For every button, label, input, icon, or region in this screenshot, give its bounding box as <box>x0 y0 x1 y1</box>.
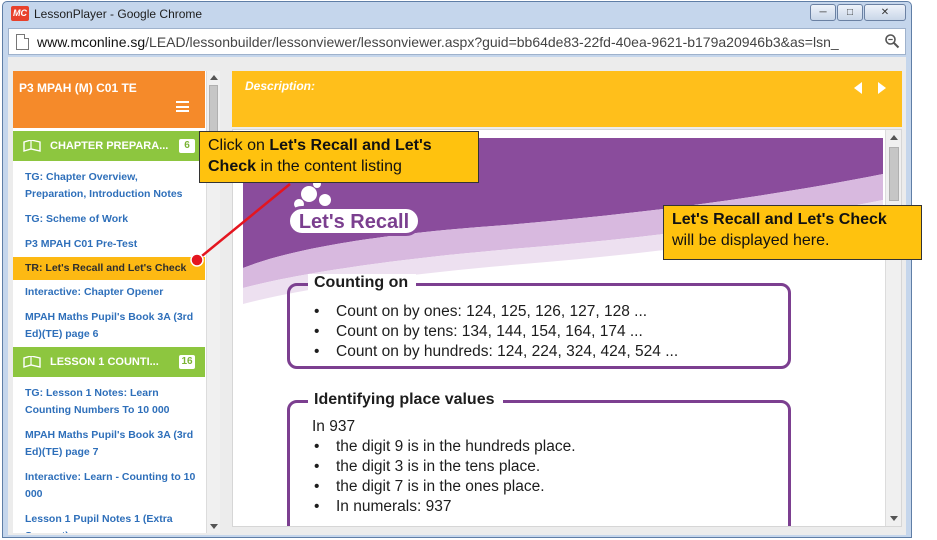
scrollbar-thumb[interactable] <box>889 147 899 201</box>
counting-on-box: Counting on Count on by ones: 124, 125, … <box>287 274 791 369</box>
maximize-button[interactable]: □ <box>837 4 863 21</box>
place-values-intro: In 937 <box>312 418 356 435</box>
place-values-box: Identifying place values In 937 the digi… <box>287 391 791 526</box>
section-header[interactable]: CHAPTER PREPARA... 6 <box>13 131 205 161</box>
section-label: LESSON 1 COUNTI... <box>50 356 159 368</box>
content-item[interactable]: P3 MPAH C01 Pre-Test <box>13 232 205 257</box>
description-label: Description: <box>245 79 316 93</box>
url-path: /LEAD/lessonbuilder/lessonviewer/lessonv… <box>145 34 839 50</box>
close-button[interactable]: ✕ <box>864 4 906 21</box>
bullet-item: Count on by tens: 134, 144, 154, 164, 17… <box>312 322 678 342</box>
previous-arrow-icon[interactable] <box>854 82 862 94</box>
place-values-list: the digit 9 is in the hundreds place.the… <box>312 437 576 517</box>
scroll-down-arrow-icon[interactable] <box>890 516 898 521</box>
content-item[interactable]: MPAH Maths Pupil's Book 3A (3rd Ed)(TE) … <box>13 423 205 465</box>
bullet-item: Count on by ones: 124, 125, 126, 127, 12… <box>312 302 678 322</box>
book-icon <box>23 356 41 368</box>
content-item[interactable]: TG: Scheme of Work <box>13 207 205 232</box>
course-title: P3 MPAH (M) C01 TE <box>19 81 137 95</box>
sidebar-header: P3 MPAH (M) C01 TE <box>13 71 205 128</box>
section-count-badge: 16 <box>179 355 195 369</box>
content-item[interactable]: Lesson 1 Pupil Notes 1 (Extra Support) <box>13 507 205 533</box>
content-item[interactable]: MPAH Maths Pupil's Book 3A (3rd Ed)(TE) … <box>13 305 205 347</box>
window-controls: ─ □ ✕ <box>809 4 906 21</box>
book-icon <box>23 140 41 152</box>
menu-icon[interactable] <box>176 101 189 112</box>
section-header[interactable]: LESSON 1 COUNTI... 16 <box>13 347 205 377</box>
callout-text-bold: Let's Recall and Let's Check <box>672 211 887 228</box>
bullet-item: Count on by hundreds: 124, 224, 324, 424… <box>312 342 678 362</box>
callout-text-pre: Click on <box>208 137 270 154</box>
content-scrollbar[interactable] <box>885 130 901 526</box>
lets-recall-title: Let's Recall <box>298 211 410 233</box>
content-list: CHAPTER PREPARA... 6 TG: Chapter Overview,… <box>13 131 205 533</box>
content-item[interactable]: TG: Chapter Overview, Preparation, Intro… <box>13 165 205 207</box>
display-callout: Let's Recall and Let's Check will be dis… <box>663 205 922 260</box>
callout-text-post: will be displayed here. <box>672 232 830 249</box>
minimize-button[interactable]: ─ <box>810 4 836 21</box>
browser-window: MC LessonPlayer - Google Chrome ─ □ ✕ ww… <box>2 1 912 538</box>
bullet-item: In numerals: 937 <box>312 497 576 517</box>
lets-recall-badge: Let's Recall <box>287 206 421 236</box>
content-item-active[interactable]: TR: Let's Recall and Let's Check <box>13 257 205 280</box>
content-item[interactable]: Interactive: Learn - Counting to 10 000 <box>13 465 205 507</box>
content-viewer: Let's Recall Counting on Count on by one… <box>232 129 902 527</box>
scrollbar-thumb[interactable] <box>209 85 218 133</box>
scroll-up-arrow-icon[interactable] <box>890 135 898 140</box>
page-viewport: P3 MPAH (M) C01 TE CHAPTER PREPARA... 6 TG… <box>8 57 906 535</box>
content-item[interactable]: TG: Lesson 1 Notes: Learn Counting Numbe… <box>13 381 205 423</box>
mc-logo-icon: MC <box>11 6 29 21</box>
content-listing-sidebar: P3 MPAH (M) C01 TE CHAPTER PREPARA... 6 TG… <box>13 71 220 533</box>
screenshot: MC LessonPlayer - Google Chrome ─ □ ✕ ww… <box>0 0 937 540</box>
zoom-icon[interactable] <box>884 33 900 49</box>
url-host: www.mconline.sg <box>37 34 146 50</box>
description-bar: Description: <box>232 71 902 127</box>
url-text[interactable]: www.mconline.sg/LEAD/lessonbuilder/lesso… <box>37 34 879 50</box>
callout-text-post: in the content listing <box>256 158 402 175</box>
bullet-item: the digit 3 is in the tens place. <box>312 457 576 477</box>
section-label: CHAPTER PREPARA... <box>50 140 169 152</box>
lesson-page: Let's Recall Counting on Count on by one… <box>243 138 883 526</box>
bullet-item: the digit 9 is in the hundreds place. <box>312 437 576 457</box>
counting-on-list: Count on by ones: 124, 125, 126, 127, 12… <box>312 302 678 362</box>
bullet-item: the digit 7 is in the ones place. <box>312 477 576 497</box>
scroll-up-arrow-icon[interactable] <box>210 75 218 80</box>
instruction-callout: Click on Let's Recall and Let's Check in… <box>199 131 479 183</box>
address-bar[interactable]: www.mconline.sg/LEAD/lessonbuilder/lesso… <box>8 28 906 55</box>
next-arrow-icon[interactable] <box>878 82 886 94</box>
content-item[interactable]: Interactive: Chapter Opener <box>13 280 205 305</box>
counting-on-title: Counting on <box>308 274 417 292</box>
window-title: LessonPlayer - Google Chrome <box>34 7 203 21</box>
page-icon <box>16 34 29 50</box>
scroll-down-arrow-icon[interactable] <box>210 524 218 529</box>
section-count-badge: 6 <box>179 139 195 153</box>
place-values-body: In 937 the digit 9 is in the hundreds pl… <box>312 417 576 517</box>
place-values-title: Identifying place values <box>308 391 503 409</box>
title-bar: MC LessonPlayer - Google Chrome ─ □ ✕ <box>3 2 911 26</box>
